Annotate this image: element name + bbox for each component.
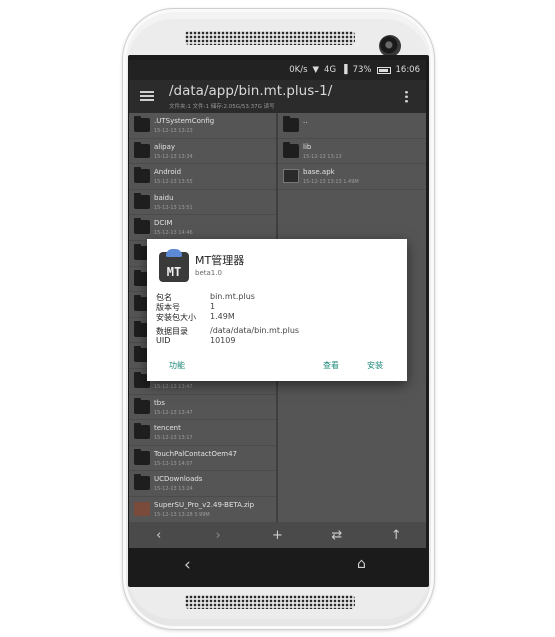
file-date: 15-12-13 13:17 — [154, 435, 193, 442]
network-speed: 0K/s — [289, 65, 308, 75]
folder-row[interactable]: .. — [278, 113, 426, 139]
battery-percent: 73% — [352, 65, 372, 75]
app-icon-text: MT — [166, 265, 182, 279]
back-icon[interactable]: ‹ — [184, 555, 191, 575]
folder-row[interactable]: DCIM 15-12-13 14:46 — [129, 215, 276, 241]
app-info-dialog: MT MT管理器 beta1.0 包名 bin.mt.plus 版本号 1 安装… — [147, 239, 407, 381]
file-name: UCDownloads — [154, 475, 203, 484]
file-date: 15-12-13 14:46 — [154, 230, 193, 237]
file-name: .. — [303, 117, 308, 125]
folder-icon — [134, 397, 150, 414]
folder-icon — [134, 167, 150, 184]
folder-row[interactable]: tencent 15-12-13 13:17 — [129, 420, 276, 446]
file-name: tbs — [154, 398, 165, 407]
folder-icon — [283, 116, 299, 132]
field-value: bin.mt.plus — [210, 292, 255, 301]
file-date: 15-12-13 13:51 — [154, 204, 193, 211]
home-icon[interactable]: ⌂ — [357, 556, 366, 572]
folder-icon — [134, 218, 150, 235]
folder-row[interactable]: TouchPalContactOem47 15-12-13 14:07 — [129, 446, 276, 472]
app-icon: MT — [159, 249, 189, 282]
folder-row[interactable]: alipay 15-12-13 13:34 — [129, 139, 276, 165]
field-key: UID — [156, 336, 171, 345]
apk-icon — [283, 169, 299, 184]
next-icon[interactable]: › — [203, 528, 233, 543]
add-icon[interactable]: + — [262, 528, 292, 543]
file-name: SuperSU_Pro_v2.49-BETA.zip — [154, 500, 255, 509]
file-date: 15-12-13 13:13 — [303, 153, 342, 160]
folder-icon — [134, 474, 150, 491]
file-name: DCIM — [154, 219, 173, 228]
file-name: TouchPalContactOem47 — [154, 449, 238, 458]
field-value: 10109 — [210, 336, 236, 345]
speaker-grille — [185, 595, 355, 609]
swap-icon[interactable]: ⇄ — [322, 528, 352, 543]
folder-icon — [283, 141, 299, 158]
signal-label: 4G — [324, 65, 337, 75]
file-date: 15-12-13 13:28 3.99M — [154, 511, 210, 518]
current-path: /data/app/bin.mt.plus-1/ — [169, 83, 333, 99]
file-name: lib — [303, 142, 312, 151]
bottom-action-bar: ‹ › + ⇄ ↑ — [129, 522, 426, 548]
prev-icon[interactable]: ‹ — [144, 528, 174, 543]
file-name: base.apk — [303, 168, 335, 177]
signal-icon: ▐ — [341, 65, 348, 75]
page: 0K/s ▼ 4G ▐ 73% 16:06 /data/app/bin.mt.p… — [0, 0, 555, 637]
path-info: 文件夹:1 文件:1 储存:2.05G/53.37G 读写 — [169, 104, 275, 110]
file-date: 15-12-13 13:34 — [154, 153, 193, 160]
folder-row[interactable]: lib 15-12-13 13:13 — [278, 139, 426, 165]
battery-icon — [376, 66, 391, 74]
file-name: Android — [154, 168, 182, 177]
file-name: alipay — [154, 142, 176, 151]
system-nav-bar: ‹ ⌂ — [129, 548, 426, 584]
app-name: MT管理器 — [195, 254, 245, 267]
folder-icon — [134, 116, 150, 132]
toolbar: /data/app/bin.mt.plus-1/ 文件夹:1 文件:1 储存:2… — [129, 80, 426, 113]
more-vert-icon[interactable] — [405, 90, 408, 103]
field-value: /data/data/bin.mt.plus — [210, 326, 300, 335]
file-date: 15-12-13 13:13 1.49M — [303, 179, 359, 186]
file-date: 15-12-13 13:55 — [154, 179, 193, 186]
file-date: 15-12-13 13:23 — [154, 128, 193, 134]
earpiece-grille — [185, 31, 355, 45]
file-row[interactable]: base.apk 15-12-13 13:13 1.49M — [278, 164, 426, 190]
field-key: 安装包大小 — [156, 313, 196, 322]
folder-icon — [134, 448, 150, 465]
folder-icon — [134, 423, 150, 440]
file-name: .UTSystemConfig — [154, 117, 215, 125]
clock: 16:06 — [395, 65, 421, 75]
file-date: 15-12-13 13:47 — [154, 409, 193, 416]
install-button[interactable]: 安装 — [367, 360, 383, 371]
function-button[interactable]: 功能 — [169, 360, 185, 371]
up-icon[interactable]: ↑ — [381, 528, 411, 543]
status-bar: 0K/s ▼ 4G ▐ 73% 16:06 — [129, 60, 426, 80]
field-value: 1 — [210, 302, 216, 311]
file-date: 15-12-13 13:47 — [154, 383, 193, 390]
file-date: 15-12-13 14:07 — [154, 460, 193, 467]
folder-row[interactable]: .UTSystemConfig 15-12-13 13:23 — [129, 113, 276, 139]
field-value: 1.49M — [210, 312, 235, 321]
file-date: 15-12-13 13:24 — [154, 486, 193, 493]
file-row[interactable]: SuperSU_Pro_v2.49-BETA.zip 15-12-13 13:28… — [129, 497, 276, 523]
folder-row[interactable]: tbs 15-12-13 13:47 — [129, 395, 276, 421]
file-name: baidu — [154, 193, 174, 202]
hamburger-icon[interactable] — [140, 91, 154, 101]
view-button[interactable]: 查看 — [323, 360, 339, 371]
file-name: tencent — [154, 424, 181, 433]
front-camera — [379, 35, 401, 57]
folder-icon — [134, 141, 150, 158]
folder-row[interactable]: baidu 15-12-13 13:51 — [129, 190, 276, 216]
folder-row[interactable]: UCDownloads 15-12-13 13:24 — [129, 471, 276, 497]
app-version: beta1.0 — [195, 269, 222, 277]
folder-row[interactable]: Android 15-12-13 13:55 — [129, 164, 276, 190]
wifi-icon: ▼ — [312, 65, 320, 75]
folder-icon — [134, 192, 150, 209]
zip-icon — [134, 501, 150, 516]
